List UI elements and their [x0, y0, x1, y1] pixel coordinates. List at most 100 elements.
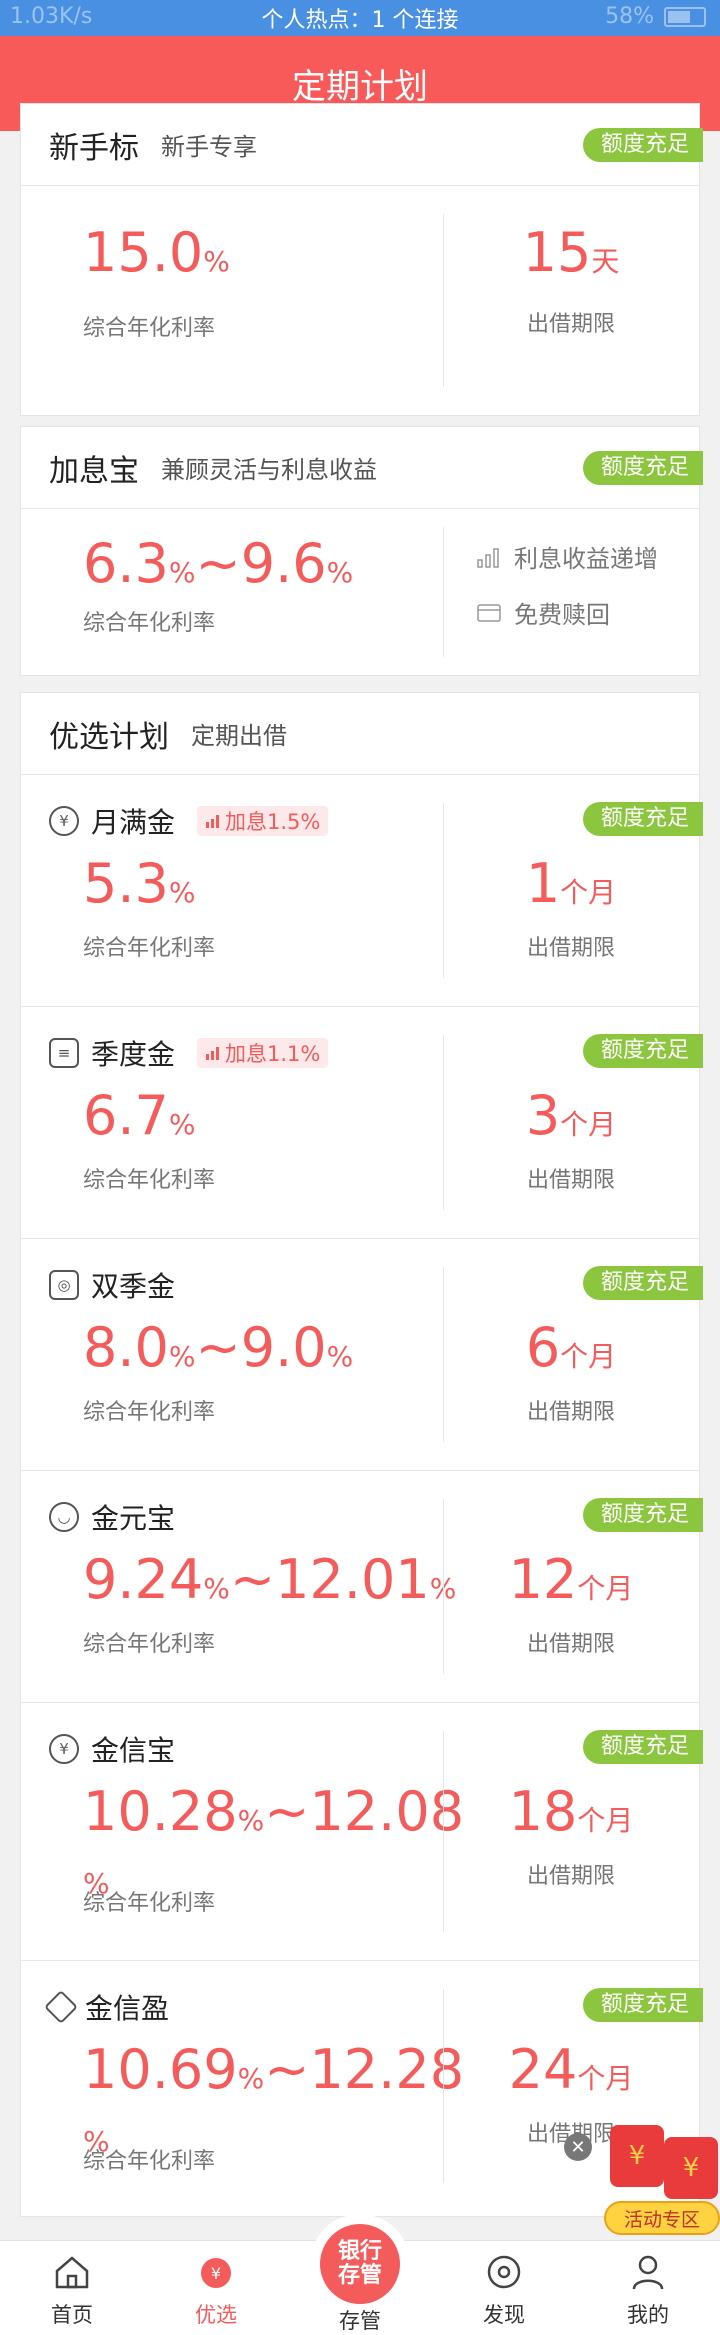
flower-yen-icon: ¥ — [201, 2258, 231, 2288]
term-value: 3 — [525, 1084, 561, 1147]
feature-increasing: 利息收益递增 — [476, 539, 658, 574]
tab-label: 首页 — [51, 2303, 93, 2327]
plan-rate: 5.3% — [83, 857, 196, 920]
newbie-card[interactable]: 新手标 新手专享 额度充足 15.0% 综合年化利率 15天 出借期限 — [20, 103, 703, 416]
status-bar: 1.03K/s 个人热点：1 个连接 58% — [0, 0, 720, 36]
coins-icon: ◎ — [49, 1270, 79, 1300]
plan-term: 18个月 — [443, 1785, 699, 1839]
newbie-card-header: 新手标 新手专享 额度充足 — [21, 104, 703, 186]
term-unit: 个月 — [577, 1572, 634, 1605]
bank-custody-icon: 银行 存管 — [320, 2224, 400, 2304]
quota-badge: 额度充足 — [582, 1266, 703, 1300]
quota-badge: 额度充足 — [582, 1034, 703, 1068]
newbie-term: 15天 — [443, 226, 699, 280]
quota-badge: 额度充足 — [582, 802, 703, 836]
plan-term: 24个月 — [443, 2043, 699, 2097]
rate-unit: % — [203, 245, 230, 278]
interest-card[interactable]: 加息宝 兼顾灵活与利息收益 额度充足 6.3%~9.6% 综合年化利率 利息收益… — [20, 426, 703, 676]
term-value: 6 — [525, 1316, 561, 1379]
term-value: 15 — [522, 221, 592, 284]
term-label: 出借期限 — [526, 936, 615, 961]
term-label: 出借期限 — [526, 1168, 615, 1193]
battery-icon — [664, 6, 706, 27]
plan-card[interactable]: ≡ 季度金 加息1.1% 额度充足 6.7% 综合年化利率 3个月 出借期限 — [21, 1007, 703, 1239]
plan-card[interactable]: 金信盈 额度充足 10.69%~12.28% 综合年化利率 24个月 出借期限 — [21, 1961, 703, 2211]
plan-name: 双季金 — [91, 1270, 176, 1303]
rate-label: 综合年化利率 — [83, 1400, 216, 1425]
newbie-rate: 15.0% — [83, 226, 230, 289]
feature-free-redeem: 免费赎回 — [476, 595, 610, 630]
feature-label: 利息收益递增 — [514, 545, 658, 573]
page-title: 定期计划 — [292, 67, 428, 107]
plan-name-row: ¥ 月满金 加息1.5% — [49, 801, 329, 841]
term-label: 出借期限 — [526, 1400, 615, 1425]
term-unit: 个月 — [577, 1804, 634, 1837]
hotspot-status: 个人热点：1 个连接 — [261, 8, 459, 33]
rate-max: 12.01 — [275, 1548, 430, 1611]
interest-title: 加息宝 — [49, 453, 139, 489]
tab-label: 我的 — [627, 2303, 669, 2327]
interest-rate: 6.3%~9.6% — [83, 537, 353, 600]
plan-name: 金信盈 — [85, 1992, 170, 2025]
rate-min: 6.3 — [83, 532, 169, 595]
interest-subtitle: 兼顾灵活与利息收益 — [161, 456, 377, 484]
plan-rate: 9.24%~12.01% — [83, 1553, 456, 1616]
activity-zone-label: 活动专区 — [604, 2201, 720, 2235]
rate-max: 9.6 — [240, 532, 327, 595]
plan-card[interactable]: ¥ 月满金 加息1.5% 额度充足 5.3% 综合年化利率 1个月 出借期限 — [21, 775, 703, 1007]
plan-name-row: 金信盈 — [44, 1987, 170, 2027]
term-unit: 个月 — [560, 1108, 617, 1141]
home-icon — [55, 2256, 89, 2289]
bonus-tag-label: 加息1.1% — [225, 1042, 321, 1066]
rate-label: 综合年化利率 — [83, 316, 216, 341]
yen-coin-icon: ¥ — [49, 806, 79, 836]
plan-name: 金元宝 — [91, 1502, 176, 1535]
diamond-icon — [44, 1990, 78, 2024]
bank-custody-button[interactable]: 银行 存管 — [310, 2214, 410, 2314]
rate-min: 10.28 — [83, 1780, 238, 1843]
plan-card[interactable]: ◎ 双季金 额度充足 8.0%~9.0% 综合年化利率 6个月 出借期限 — [21, 1239, 703, 1471]
term-unit: 个月 — [560, 1340, 617, 1373]
preferred-subtitle: 定期出借 — [191, 722, 287, 750]
red-envelope-icon: ¥ — [610, 2125, 664, 2187]
term-unit: 个月 — [560, 876, 617, 909]
center-line2: 存管 — [337, 2263, 382, 2288]
quota-badge: 额度充足 — [582, 450, 703, 485]
tab-discover[interactable]: 发现 — [432, 2241, 576, 2335]
rate-max: 12.08 — [309, 1780, 465, 1843]
rate-min: 8.0 — [83, 1316, 169, 1379]
plan-name-row: ◡ 金元宝 — [49, 1497, 175, 1537]
interest-body: 6.3%~9.6% 综合年化利率 利息收益递增 免费赎回 — [21, 509, 699, 675]
tab-label: 优选 — [195, 2303, 237, 2327]
tab-home[interactable]: 首页 — [0, 2241, 144, 2335]
plan-name-row: ≡ 季度金 加息1.1% — [49, 1033, 329, 1073]
rate-min: 9.24 — [83, 1548, 204, 1611]
term-unit: 个月 — [577, 2062, 634, 2095]
battery-percent: 58% — [605, 4, 654, 29]
coin-stack-icon: ≡ — [49, 1038, 79, 1068]
rate-unit: % — [168, 876, 196, 909]
quota-badge: 额度充足 — [582, 1498, 703, 1532]
close-icon[interactable]: ✕ — [564, 2133, 592, 2161]
preferred-header: 优选计划 定期出借 — [21, 693, 699, 775]
tab-label: 发现 — [483, 2303, 525, 2327]
plan-name: 月满金 — [91, 806, 176, 839]
tab-preferred[interactable]: ¥ 优选 — [144, 2241, 288, 2335]
rate-unit: % — [326, 556, 354, 589]
plan-term: 6个月 — [443, 1321, 699, 1375]
activity-zone-widget[interactable]: ✕ ¥ ¥ 活动专区 — [564, 2115, 720, 2235]
rate-max: 12.28 — [309, 2038, 465, 2101]
tab-mine[interactable]: 我的 — [576, 2241, 720, 2335]
bonus-tag: 加息1.5% — [197, 806, 329, 836]
rate-sep: ~ — [195, 532, 241, 595]
rate-sep: ~ — [195, 1316, 241, 1379]
plan-card[interactable]: ◡ 金元宝 额度充足 9.24%~12.01% 综合年化利率 12个月 出借期限 — [21, 1471, 703, 1703]
rate-value: 15.0 — [83, 221, 204, 284]
preferred-title: 优选计划 — [49, 719, 169, 755]
plan-card[interactable]: ¥ 金信宝 额度充足 10.28%~12.08% 综合年化利率 18个月 出借期… — [21, 1703, 703, 1961]
rate-value: 5.3 — [83, 852, 169, 915]
rate-label: 综合年化利率 — [83, 1891, 216, 1916]
rate-value: 6.7 — [83, 1084, 169, 1147]
money-bag-icon: ¥ — [49, 1734, 79, 1764]
rate-unit: % — [168, 1108, 196, 1141]
